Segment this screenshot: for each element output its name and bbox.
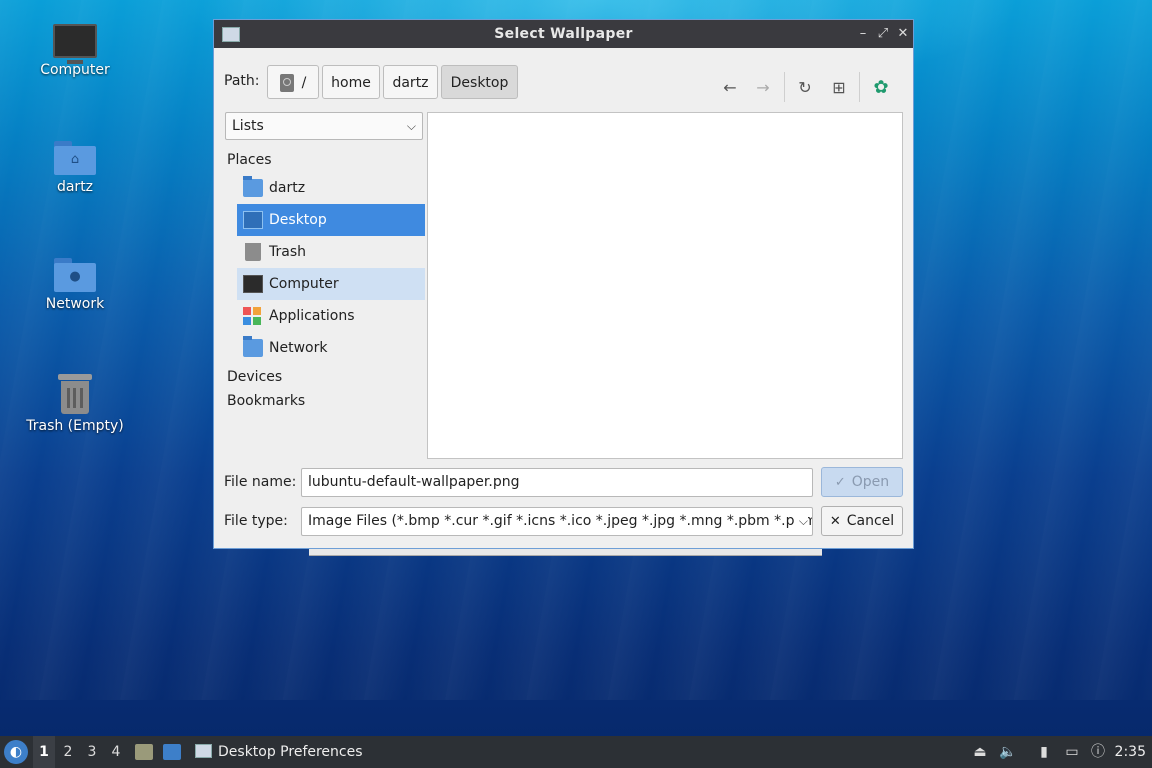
workspace-1[interactable]: 1 <box>33 736 55 768</box>
window-shadow-strip <box>309 549 822 556</box>
bookmarks-header[interactable]: Bookmarks <box>225 389 425 413</box>
breadcrumb-home[interactable]: home <box>322 65 380 99</box>
file-type-label: File type: <box>224 513 288 529</box>
clock[interactable]: 2:35 <box>1115 736 1146 768</box>
places-sidebar: Places dartz Desktop Trash Computer Appl… <box>225 148 425 413</box>
refresh-icon[interactable]: ↻ <box>793 76 817 100</box>
view-options-icon[interactable]: ✿ <box>869 76 893 100</box>
desktop-icon-label: dartz <box>56 179 94 195</box>
maximize-button[interactable]: ⤢ <box>873 24 893 44</box>
window-icon <box>195 744 212 758</box>
sidebar-item-label: Desktop <box>269 212 327 228</box>
sidebar-item-label: Applications <box>269 308 355 324</box>
sidebar-item-label: Computer <box>269 276 339 292</box>
close-button[interactable]: ✕ <box>893 24 913 44</box>
eject-icon[interactable]: ⏏ <box>970 742 990 762</box>
sidebar-item-dartz[interactable]: dartz <box>237 172 425 204</box>
path-label: Path: <box>224 73 260 89</box>
sidebar-item-label: Network <box>269 340 328 356</box>
applications-icon <box>243 307 263 325</box>
trash-icon <box>245 243 261 261</box>
check-icon: ✓ <box>834 475 846 490</box>
sidebar-item-trash[interactable]: Trash <box>237 236 425 268</box>
desktop-icon-home[interactable]: ⌂ dartz <box>20 141 130 195</box>
dialog-titlebar[interactable]: Select Wallpaper – ⤢ ✕ <box>214 20 913 48</box>
notification-icon[interactable]: ⓘ <box>1088 742 1108 762</box>
devices-header[interactable]: Devices <box>225 365 425 389</box>
desktop-icon-label: Computer <box>40 62 110 78</box>
drive-icon <box>279 74 294 92</box>
taskbar: ◐ 1 2 3 4 Desktop Preferences ⏏ 🔈 ▮ ▭ ⓘ … <box>0 736 1152 768</box>
view-mode-select[interactable]: Lists ⌵ <box>225 112 423 140</box>
clipboard-icon[interactable]: ▮ <box>1034 742 1054 762</box>
dialog-title: Select Wallpaper <box>494 26 633 42</box>
workspace-4[interactable]: 4 <box>105 736 127 768</box>
home-folder-icon: ⌂ <box>54 141 96 175</box>
file-name-label: File name: <box>224 474 297 490</box>
back-arrow-icon[interactable]: ← <box>718 76 742 100</box>
show-desktop-icon[interactable] <box>163 744 181 760</box>
sidebar-item-network[interactable]: Network <box>237 332 425 364</box>
sidebar-item-desktop[interactable]: Desktop <box>237 204 425 236</box>
desktop-icon <box>243 211 263 229</box>
workspace-2[interactable]: 2 <box>57 736 79 768</box>
minimize-button[interactable]: – <box>853 24 873 44</box>
chevron-down-icon: ⌵ <box>406 119 416 133</box>
file-type-select[interactable]: Image Files (*.bmp *.cur *.gif *.icns *.… <box>301 507 813 536</box>
desktop-icon-trash[interactable]: Trash (Empty) <box>20 374 130 434</box>
computer-icon <box>53 24 97 64</box>
start-menu-icon[interactable]: ◐ <box>4 740 28 764</box>
sidebar-item-computer[interactable]: Computer <box>237 268 425 300</box>
chevron-down-icon: ⌵ <box>794 508 808 535</box>
network-status-icon[interactable]: ▭ <box>1062 742 1082 762</box>
sidebar-item-label: Trash <box>269 244 306 260</box>
computer-icon <box>243 275 263 293</box>
network-folder-icon <box>243 336 263 357</box>
workspace-3[interactable]: 3 <box>81 736 103 768</box>
cancel-button[interactable]: ✕ Cancel <box>821 506 903 536</box>
desktop-icon-computer[interactable]: Computer <box>20 24 130 78</box>
close-icon: ✕ <box>829 514 841 529</box>
breadcrumb-root[interactable]: / <box>267 65 319 99</box>
open-button[interactable]: ✓ Open <box>821 467 903 497</box>
forward-arrow-icon[interactable]: → <box>751 76 775 100</box>
file-manager-launcher-icon[interactable] <box>135 744 153 760</box>
breadcrumb-dartz[interactable]: dartz <box>383 65 438 99</box>
file-list-view[interactable] <box>427 112 903 459</box>
desktop-icon-label: Trash (Empty) <box>26 418 124 434</box>
network-folder-icon: ● <box>54 258 96 292</box>
breadcrumb-desktop[interactable]: Desktop <box>441 65 518 99</box>
places-header: Places <box>227 152 272 168</box>
trash-icon <box>58 374 92 414</box>
sidebar-item-label: dartz <box>269 180 306 196</box>
new-folder-icon[interactable]: ⊞ <box>827 76 851 100</box>
taskbar-task-desktop-preferences[interactable]: Desktop Preferences <box>192 738 382 766</box>
toolbar-separator <box>859 72 860 102</box>
desktop-icon-network[interactable]: ● Network <box>20 258 130 312</box>
select-wallpaper-dialog: Select Wallpaper – ⤢ ✕ Path: / home dart… <box>213 19 914 549</box>
sidebar-item-applications[interactable]: Applications <box>237 300 425 332</box>
desktop-icon-label: Network <box>45 296 105 312</box>
volume-icon[interactable]: 🔈 <box>998 742 1018 762</box>
file-name-input[interactable]: lubuntu-default-wallpaper.png <box>301 468 813 497</box>
home-folder-icon <box>243 176 263 197</box>
toolbar-separator <box>784 72 785 102</box>
